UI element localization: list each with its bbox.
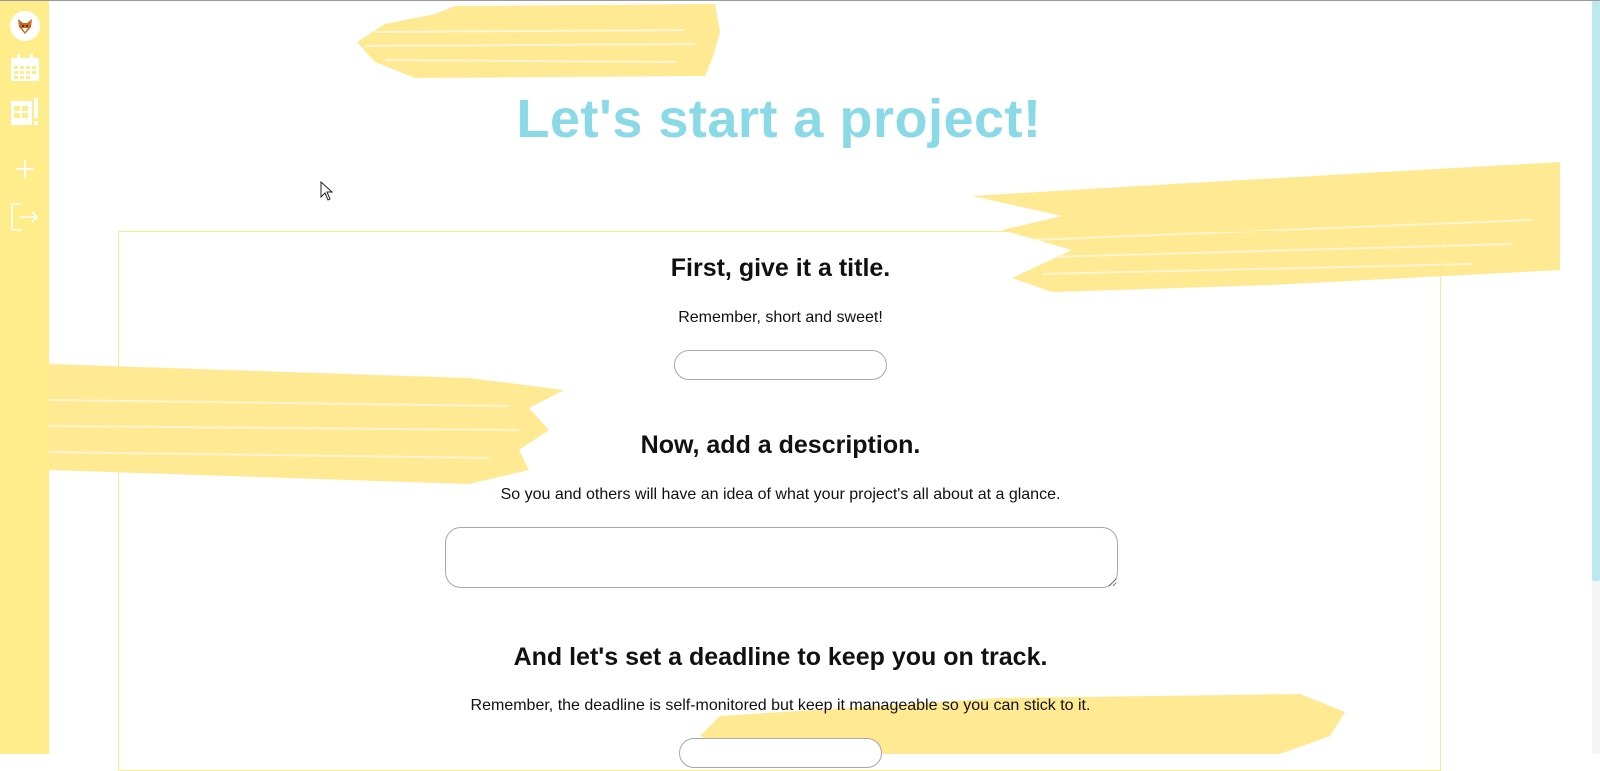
project-description-input[interactable] [445,527,1118,588]
sidebar-item-calendar[interactable] [0,53,49,83]
deadline-section-heading: And let's set a deadline to keep you on … [513,643,1048,671]
projects-board-icon [10,98,38,125]
deadline-date-input[interactable] [679,738,882,768]
new-project-form: First, give it a title. Remember, short … [118,231,1441,771]
logout-icon [10,203,38,231]
title-section-hint: Remember, short and sweet! [678,309,883,326]
mouse-cursor-icon [320,181,334,201]
paint-stroke-top [357,4,720,78]
sidebar-item-projects[interactable] [0,97,49,127]
scrollbar-thumb[interactable] [1592,1,1600,581]
fox-avatar-icon [17,19,32,34]
page-scrollbar[interactable] [1592,1,1600,754]
sidebar [0,1,49,754]
logout-button[interactable] [0,201,49,233]
profile-avatar[interactable] [0,11,49,41]
project-title-input[interactable] [674,350,887,380]
calendar-icon [10,54,39,81]
add-project-button[interactable] [0,157,49,181]
scrollbar-track [1592,581,1600,754]
window-top-border [0,0,1600,1]
title-section-heading: First, give it a title. [670,254,891,282]
description-section-heading: Now, add a description. [640,431,921,459]
deadline-section-hint: Remember, the deadline is self-monitored… [470,697,1091,714]
page-title: Let's start a project! [516,89,1042,149]
plus-icon [15,160,34,178]
description-section-hint: So you and others will have an idea of w… [500,486,1061,503]
